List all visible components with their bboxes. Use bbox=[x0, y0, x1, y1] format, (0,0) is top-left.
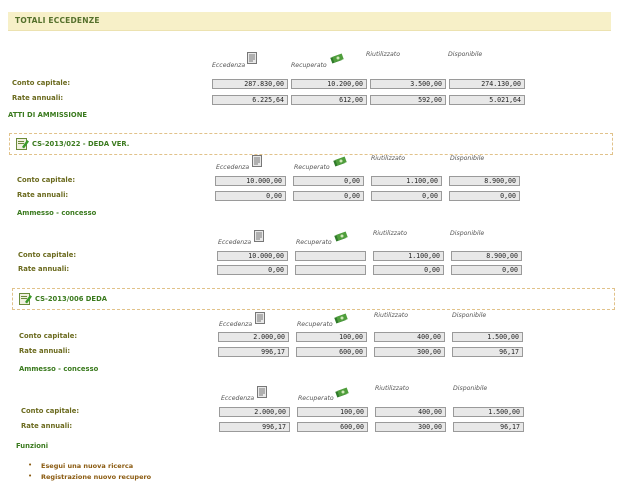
row-label-conto: Conto capitale: bbox=[12, 79, 71, 87]
value-cell: 10.000,00 bbox=[215, 176, 286, 186]
col-riutilizzato: Riutilizzato bbox=[371, 155, 406, 162]
value-cell: 996,17 bbox=[219, 422, 290, 432]
totali-header: TOTALI ECCEDENZE bbox=[8, 12, 611, 31]
value-cell: 400,00 bbox=[375, 407, 446, 417]
col-eccedenza: Eccedenza bbox=[218, 239, 252, 246]
ammesso-label: Ammesso - concesso bbox=[19, 365, 99, 373]
value-cell: 0,00 bbox=[449, 191, 520, 201]
value-cell: 0,00 bbox=[371, 191, 442, 201]
col-recuperato: Recuperato bbox=[294, 164, 330, 171]
section-title[interactable]: CS-2013/006 DEDA bbox=[35, 295, 107, 303]
value-cell: 592,00 bbox=[370, 95, 446, 105]
value-cell: 1.500,00 bbox=[452, 332, 523, 342]
value-cell: 1.500,00 bbox=[453, 407, 524, 417]
value-cell: 100,00 bbox=[296, 332, 367, 342]
document-icon bbox=[254, 230, 264, 242]
row-label-rate: Rate annuali: bbox=[19, 347, 71, 355]
value-cell: 600,00 bbox=[297, 422, 368, 432]
col-disponibile: Disponibile bbox=[450, 155, 485, 162]
money-icon bbox=[334, 313, 348, 324]
col-riutilizzato: Riutilizzato bbox=[374, 312, 409, 319]
col-recuperato: Recuperato bbox=[291, 62, 327, 69]
row-label-rate: Rate annuali: bbox=[12, 94, 64, 102]
money-icon bbox=[330, 53, 344, 64]
value-cell bbox=[295, 251, 366, 261]
money-icon bbox=[334, 231, 348, 242]
row-label-conto: Conto capitale: bbox=[18, 251, 77, 259]
value-cell: 600,00 bbox=[296, 347, 367, 357]
value-cell: 1.100,00 bbox=[373, 251, 444, 261]
value-cell: 287.830,00 bbox=[212, 79, 288, 89]
section-header[interactable]: CS-2013/006 DEDA bbox=[12, 288, 615, 310]
document-icon bbox=[247, 52, 257, 64]
value-cell: 400,00 bbox=[374, 332, 445, 342]
value-cell: 1.100,00 bbox=[371, 176, 442, 186]
value-cell: 10.000,00 bbox=[217, 251, 288, 261]
section-title[interactable]: CS-2013/022 - DEDA VER. bbox=[32, 140, 129, 148]
value-cell: 0,00 bbox=[217, 265, 288, 275]
col-eccedenza: Eccedenza bbox=[221, 395, 255, 402]
value-cell: 6.225,64 bbox=[212, 95, 288, 105]
col-recuperato: Recuperato bbox=[298, 395, 334, 402]
link-nuovo-recupero[interactable]: Registrazione nuovo recupero bbox=[41, 473, 151, 481]
value-cell: 300,00 bbox=[374, 347, 445, 357]
value-cell: 5.021,64 bbox=[449, 95, 525, 105]
document-icon bbox=[255, 312, 265, 324]
section-header[interactable]: CS-2013/022 - DEDA VER. bbox=[9, 133, 613, 155]
value-cell bbox=[295, 265, 366, 275]
value-cell: 3.500,00 bbox=[370, 79, 446, 89]
value-cell: 0,00 bbox=[293, 176, 364, 186]
col-eccedenza: Eccedenza bbox=[216, 164, 250, 171]
col-recuperato: Recuperato bbox=[297, 321, 333, 328]
value-cell: 2.000,00 bbox=[218, 332, 289, 342]
value-cell: 100,00 bbox=[297, 407, 368, 417]
row-label-rate: Rate annuali: bbox=[21, 422, 73, 430]
money-icon bbox=[335, 387, 349, 398]
col-disponibile: Disponibile bbox=[452, 312, 487, 319]
row-label-conto: Conto capitale: bbox=[19, 332, 78, 340]
value-cell: 2.000,00 bbox=[219, 407, 290, 417]
bullet-icon: • bbox=[28, 461, 33, 469]
value-cell: 8.900,00 bbox=[451, 251, 522, 261]
row-label-rate: Rate annuali: bbox=[17, 191, 69, 199]
atti-title: ATTI DI AMMISSIONE bbox=[8, 111, 88, 119]
document-icon bbox=[257, 386, 267, 398]
row-label-conto: Conto capitale: bbox=[21, 407, 80, 415]
money-icon bbox=[333, 156, 347, 167]
col-recuperato: Recuperato bbox=[296, 239, 332, 246]
value-cell: 300,00 bbox=[375, 422, 446, 432]
value-cell: 10.200,00 bbox=[291, 79, 367, 89]
value-cell: 96,17 bbox=[452, 347, 523, 357]
value-cell: 996,17 bbox=[218, 347, 289, 357]
col-riutilizzato: Riutilizzato bbox=[375, 385, 410, 392]
value-cell: 0,00 bbox=[451, 265, 522, 275]
edit-document-icon bbox=[19, 292, 32, 305]
value-cell: 274.130,00 bbox=[449, 79, 525, 89]
col-riutilizzato: Riutilizzato bbox=[373, 230, 408, 237]
value-cell: 96,17 bbox=[453, 422, 524, 432]
value-cell: 8.900,00 bbox=[449, 176, 520, 186]
edit-document-icon bbox=[16, 137, 29, 150]
value-cell: 0,00 bbox=[293, 191, 364, 201]
col-disponibile: Disponibile bbox=[453, 385, 488, 392]
col-riutilizzato: Riutilizzato bbox=[366, 51, 401, 58]
value-cell: 0,00 bbox=[215, 191, 286, 201]
col-disponibile: Disponibile bbox=[450, 230, 485, 237]
row-label-conto: Conto capitale: bbox=[17, 176, 76, 184]
ammesso-label: Ammesso - concesso bbox=[17, 209, 97, 217]
bullet-icon: • bbox=[28, 472, 33, 480]
value-cell: 612,00 bbox=[291, 95, 367, 105]
document-icon bbox=[252, 155, 262, 167]
col-eccedenza: Eccedenza bbox=[219, 321, 253, 328]
funzioni-title: Funzioni bbox=[16, 442, 49, 450]
row-label-rate: Rate annuali: bbox=[18, 265, 70, 273]
col-eccedenza: Eccedenza bbox=[212, 62, 246, 69]
link-nuova-ricerca[interactable]: Esegui una nuova ricerca bbox=[41, 462, 133, 470]
page-title: TOTALI ECCEDENZE bbox=[15, 16, 100, 25]
value-cell: 0,00 bbox=[373, 265, 444, 275]
col-disponibile: Disponibile bbox=[448, 51, 483, 58]
